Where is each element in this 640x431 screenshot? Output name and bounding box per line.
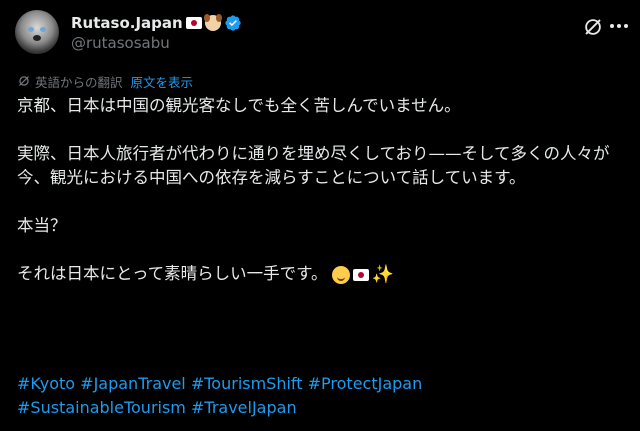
- show-original-link[interactable]: 原文を表示: [131, 72, 194, 91]
- japan-flag-icon: [352, 268, 369, 281]
- translation-notice: 英語からの翻訳 原文を表示: [17, 72, 193, 90]
- translation-label: 英語からの翻訳: [35, 74, 123, 90]
- verified-badge-icon: [225, 15, 241, 31]
- hashtag-link[interactable]: #TourismShift: [191, 374, 303, 393]
- avatar-eye: [28, 27, 34, 32]
- dog-face-icon: [203, 14, 222, 31]
- post-line-with-emojis: それは日本にとって素晴らしい一手です。 ✨: [17, 262, 627, 286]
- hashtag-link[interactable]: #SustainableTourism: [17, 398, 186, 417]
- hashtag-link[interactable]: #TravelJapan: [191, 398, 297, 417]
- avatar[interactable]: [15, 10, 59, 54]
- emoji-group: ✨: [331, 263, 394, 285]
- hashtag-link[interactable]: #ProtectJapan: [308, 374, 423, 393]
- author-display-name[interactable]: Rutaso.Japan: [71, 14, 183, 32]
- author-handle[interactable]: @rutasosabu: [71, 34, 170, 52]
- post-text: 京都、日本は中国の観光客なしでも全く苦しんでいません。 実際、日本人旅行者が代わ…: [17, 94, 627, 286]
- hashtag-link[interactable]: #JapanTravel: [80, 374, 186, 393]
- post-line: 京都、日本は中国の観光客なしでも全く苦しんでいません。: [17, 96, 461, 115]
- hashtag-list: #Kyoto #JapanTravel #TourismShift #Prote…: [17, 372, 627, 420]
- avatar-snout: [33, 35, 41, 41]
- post-header: Rutaso.Japan @rutasosabu: [12, 10, 628, 54]
- post-line: 実際、日本人旅行者が代わりに通りを埋め尽くしており——そして多くの人々が今、観光…: [17, 144, 610, 187]
- author-name-row[interactable]: Rutaso.Japan: [71, 12, 242, 34]
- avatar-eye: [40, 27, 46, 32]
- smiling-face-icon: [331, 265, 350, 284]
- sparkles-icon: ✨: [371, 263, 394, 285]
- post-line: 本当？: [17, 216, 67, 235]
- more-options-icon[interactable]: [610, 24, 628, 30]
- post-line: それは日本にとって素晴らしい一手です。: [17, 264, 328, 283]
- grok-icon[interactable]: [582, 16, 604, 38]
- hashtag-link[interactable]: #Kyoto: [17, 374, 75, 393]
- japan-flag-icon: [185, 17, 202, 29]
- grok-translate-icon: [19, 76, 29, 86]
